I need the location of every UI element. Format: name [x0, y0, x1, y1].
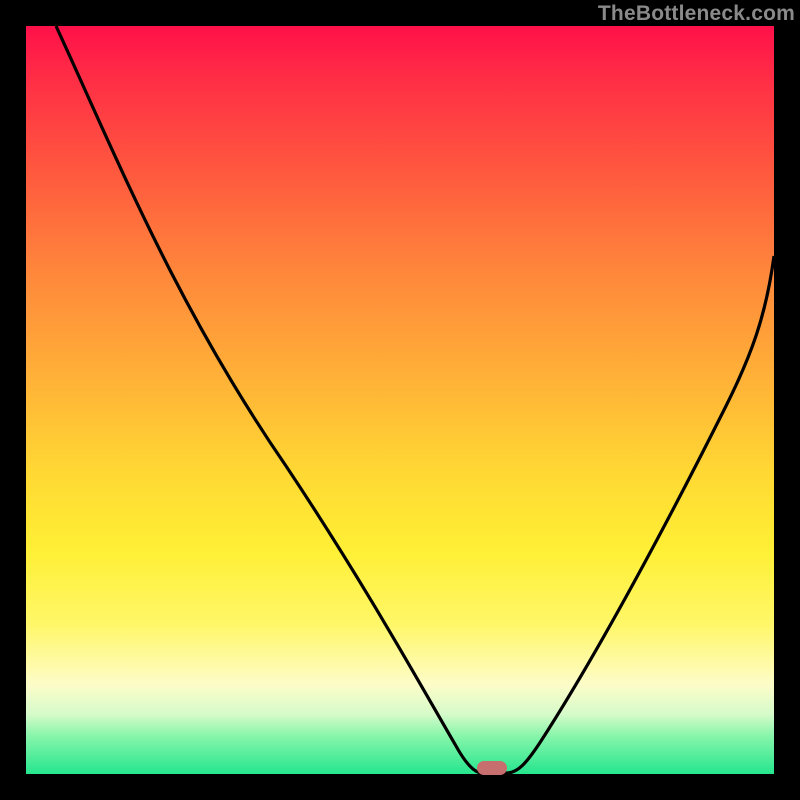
- chart-frame: TheBottleneck.com: [0, 0, 800, 800]
- curve-right-branch: [508, 256, 774, 773]
- plot-area: [26, 26, 774, 774]
- optimal-point-marker: [477, 761, 507, 775]
- curve-left-branch: [56, 26, 481, 773]
- watermark-text: TheBottleneck.com: [598, 2, 795, 26]
- bottleneck-curve: [26, 26, 774, 774]
